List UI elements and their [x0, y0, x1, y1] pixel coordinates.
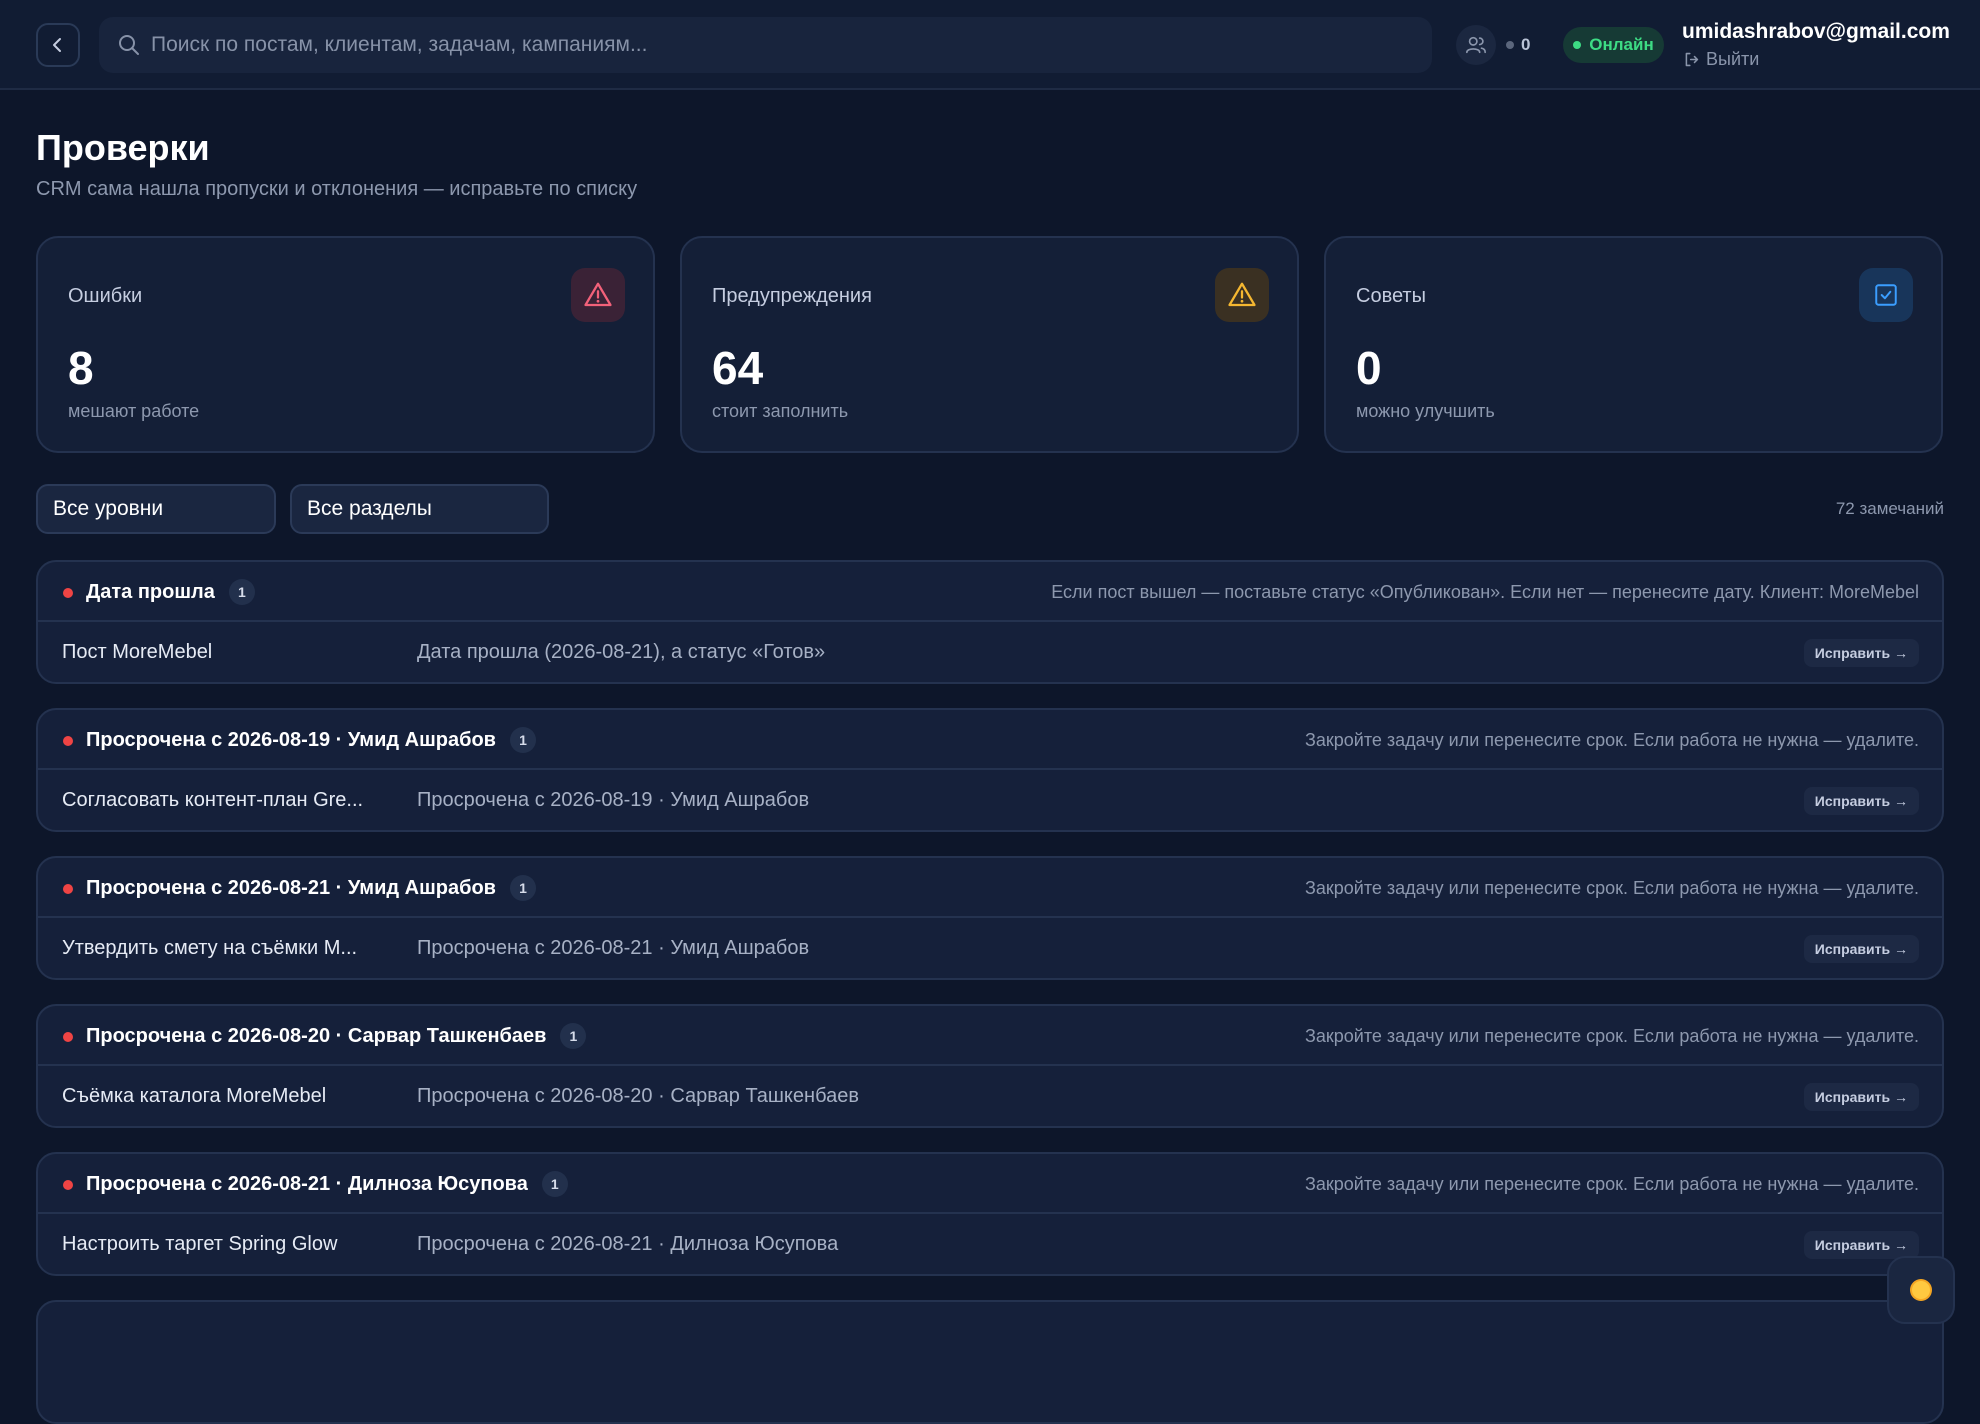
issue-count-badge: 1 [228, 579, 255, 605]
severity-dot-icon [63, 588, 73, 598]
stat-label: Советы [1356, 285, 1426, 307]
fix-button[interactable]: Исправить → [1803, 639, 1919, 667]
issue-header: Просрочена с 2026-08-19 · Умид Ашрабов 1… [38, 710, 1942, 770]
warning-triangle-icon [1215, 268, 1269, 322]
issue-card [36, 1300, 1944, 1424]
stat-caption: мешают работе [68, 401, 200, 421]
issues-total-count: 72 замечаний [1835, 499, 1944, 518]
issue-title: Дата прошла [86, 580, 215, 603]
stat-card-errors[interactable]: Ошибки 8 мешают работе [36, 236, 655, 453]
stat-card-warnings[interactable]: Предупреждения 64 стоит заполнить [680, 236, 1299, 453]
issue-card: Просрочена с 2026-08-20 · Сарвар Ташкенб… [36, 1004, 1944, 1128]
sun-icon [1910, 1279, 1932, 1301]
page-subtitle: CRM сама нашла пропуски и отклонения — и… [36, 178, 638, 200]
severity-dot-icon [63, 884, 73, 894]
user-email: umidashrabov@gmail.com [1682, 20, 1950, 43]
issue-count-badge: 1 [509, 727, 536, 753]
issue-count-badge: 1 [560, 1023, 587, 1049]
search-bar [99, 17, 1432, 73]
severity-dot-icon [63, 1180, 73, 1190]
stat-caption: стоит заполнить [712, 401, 849, 421]
check-square-icon [1859, 268, 1913, 322]
issue-row[interactable]: Пост MoreMebel Дата прошла (2026-08-21),… [38, 624, 1942, 682]
users-icon [1466, 36, 1486, 54]
back-button[interactable] [36, 23, 80, 67]
issue-item-name[interactable]: Съёмка каталога MoreMebel [62, 1085, 402, 1108]
issue-count-badge: 1 [509, 875, 536, 901]
issue-item-name[interactable]: Утвердить смету на съёмки M... [62, 937, 402, 960]
logout-link[interactable]: Выйти [1683, 49, 1759, 70]
issue-description: Просрочена с 2026-08-21 · Умид Ашрабов [417, 937, 810, 959]
stat-label: Предупреждения [712, 285, 872, 307]
issue-title: Просрочена с 2026-08-20 · Сарвар Ташкенб… [86, 1024, 547, 1047]
issue-title: Просрочена с 2026-08-21 · Дилноза Юсупов… [86, 1172, 528, 1195]
issue-hint: Закройте задачу или перенесите срок. Есл… [1305, 1026, 1919, 1046]
online-status-label: Онлайн [1589, 35, 1654, 54]
stat-caption: можно улучшить [1356, 401, 1495, 421]
stat-value: 8 [68, 342, 94, 394]
online-dot-icon [1573, 41, 1582, 49]
fix-button[interactable]: Исправить → [1803, 1231, 1919, 1259]
online-users-count-value: 0 [1521, 35, 1531, 54]
logout-icon [1685, 52, 1699, 67]
issue-header: Просрочена с 2026-08-21 · Дилноза Юсупов… [38, 1154, 1942, 1214]
logout-label: Выйти [1706, 49, 1760, 69]
issue-hint: Закройте задачу или перенесите срок. Есл… [1305, 730, 1919, 750]
theme-toggle-button[interactable] [1887, 1256, 1955, 1324]
fix-button[interactable]: Исправить → [1803, 1083, 1919, 1111]
severity-dot-icon [63, 1032, 73, 1042]
stat-value: 64 [712, 342, 764, 394]
issue-row[interactable]: Согласовать контент-план Gre... Просроче… [38, 772, 1942, 830]
issue-card: Просрочена с 2026-08-21 · Умид Ашрабов 1… [36, 856, 1944, 980]
issue-card: Просрочена с 2026-08-19 · Умид Ашрабов 1… [36, 708, 1944, 832]
status-dot-icon [1506, 41, 1514, 49]
stat-label: Ошибки [68, 285, 143, 307]
issue-item-name[interactable]: Настроить таргет Spring Glow [62, 1233, 402, 1256]
stat-card-tips[interactable]: Советы 0 можно улучшить [1324, 236, 1943, 453]
level-filter-select[interactable]: Все уровни [36, 484, 276, 534]
issue-row[interactable]: Утвердить смету на съёмки M... Просрочен… [38, 920, 1942, 978]
stat-value: 0 [1356, 342, 1382, 394]
top-bar: 0 Онлайн umidashrabov@gmail.com Выйти [0, 0, 1980, 90]
alert-triangle-icon [571, 268, 625, 322]
issue-item-name[interactable]: Пост MoreMebel [62, 641, 402, 664]
issue-header: Просрочена с 2026-08-21 · Умид Ашрабов 1… [38, 858, 1942, 918]
issue-description: Просрочена с 2026-08-21 · Дилноза Юсупов… [417, 1233, 839, 1255]
issue-hint: Если пост вышел — поставьте статус «Опуб… [1051, 582, 1919, 602]
issue-card: Просрочена с 2026-08-21 · Дилноза Юсупов… [36, 1152, 1944, 1276]
online-users-count: 0 [1506, 33, 1530, 57]
fix-button[interactable]: Исправить → [1803, 935, 1919, 963]
issue-title: Просрочена с 2026-08-21 · Умид Ашрабов [86, 876, 496, 899]
severity-dot-icon [63, 736, 73, 746]
issue-description: Просрочена с 2026-08-20 · Сарвар Ташкенб… [417, 1085, 859, 1107]
online-status-badge: Онлайн [1563, 27, 1664, 63]
issue-row[interactable]: Настроить таргет Spring Glow Просрочена … [38, 1216, 1942, 1274]
chevron-left-icon [53, 38, 61, 52]
issue-header: Просрочена с 2026-08-20 · Сарвар Ташкенб… [38, 1006, 1942, 1066]
issue-card: Дата прошла 1 Если пост вышел — поставьт… [36, 560, 1944, 684]
issue-item-name[interactable]: Согласовать контент-план Gre... [62, 789, 402, 812]
issue-description: Дата прошла (2026-08-21), а статус «Гото… [417, 641, 826, 663]
issue-description: Просрочена с 2026-08-19 · Умид Ашрабов [417, 789, 810, 811]
issue-hint: Закройте задачу или перенесите срок. Есл… [1305, 1174, 1919, 1194]
issue-title: Просрочена с 2026-08-19 · Умид Ашрабов [86, 728, 496, 751]
issue-hint: Закройте задачу или перенесите срок. Есл… [1305, 878, 1919, 898]
section-filter-select[interactable]: Все разделы [290, 484, 549, 534]
search-icon [119, 35, 139, 55]
issue-count-badge: 1 [541, 1171, 568, 1197]
page-title: Проверки [36, 127, 210, 168]
online-users-button[interactable] [1456, 25, 1496, 65]
issue-header: Дата прошла 1 Если пост вышел — поставьт… [38, 562, 1942, 622]
fix-button[interactable]: Исправить → [1803, 787, 1919, 815]
issue-row[interactable]: Съёмка каталога MoreMebel Просрочена с 2… [38, 1068, 1942, 1126]
search-input[interactable] [151, 17, 1411, 73]
